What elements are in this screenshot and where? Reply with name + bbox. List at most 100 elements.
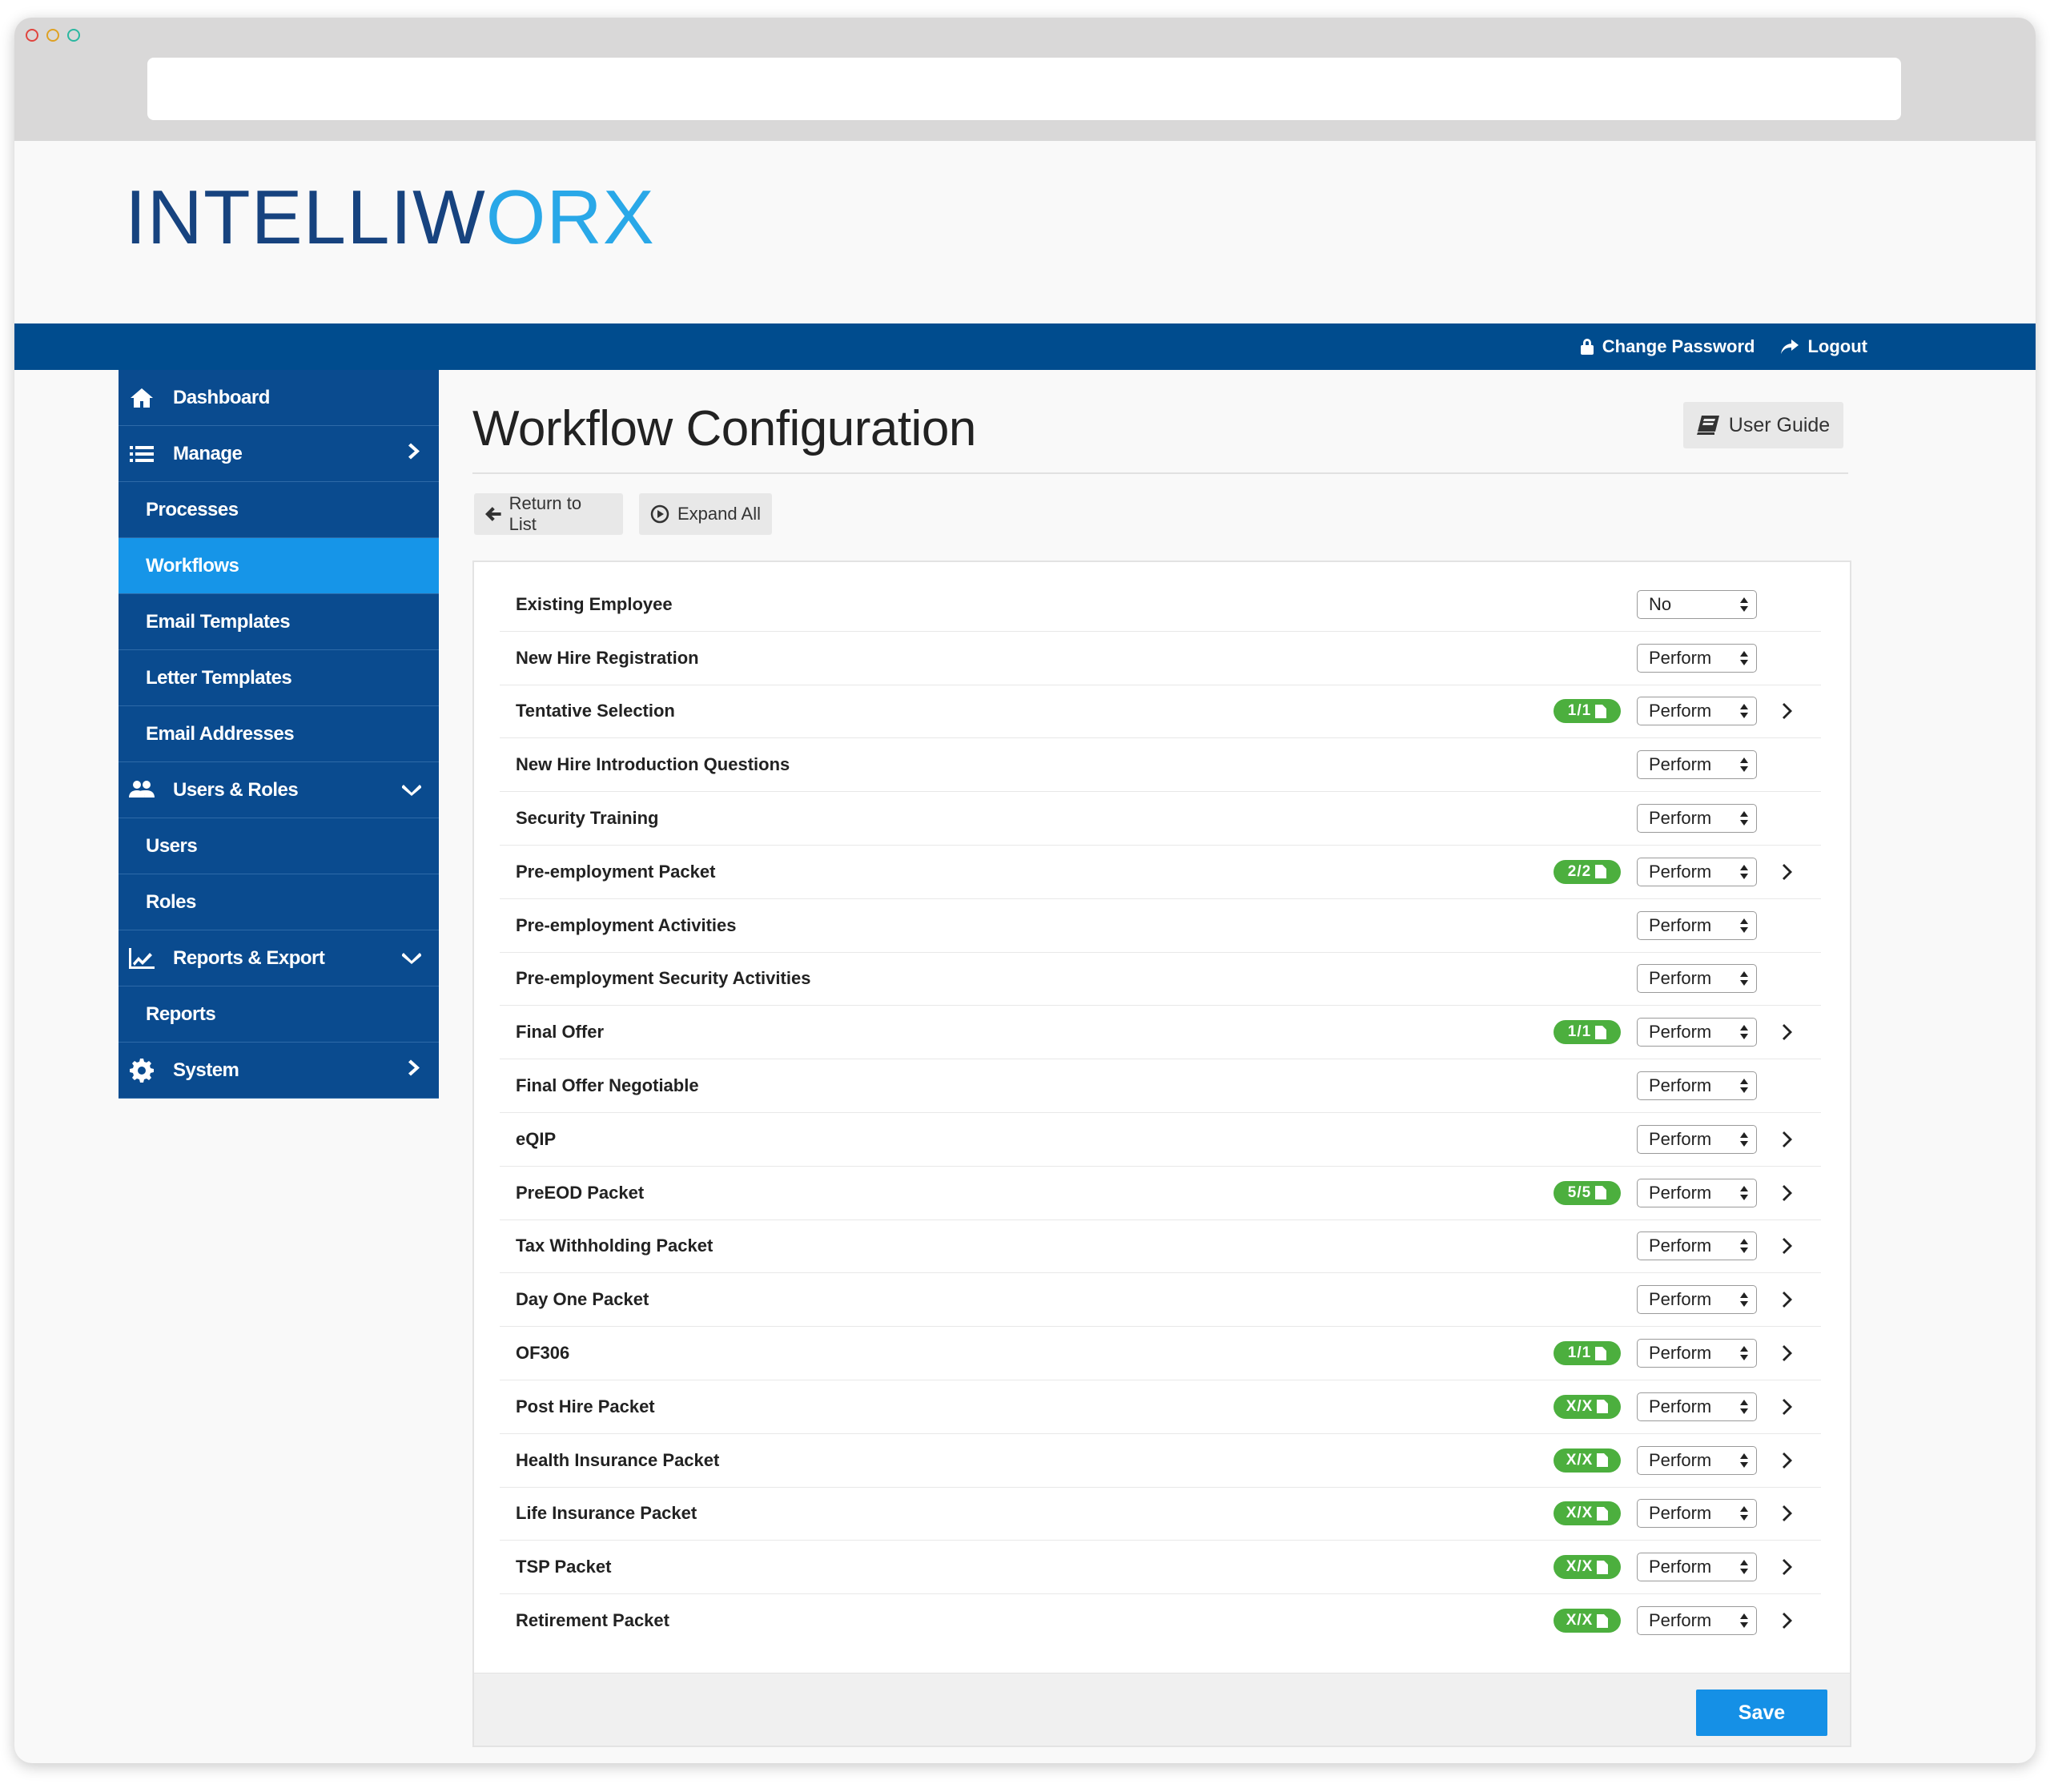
save-button[interactable]: Save [1696,1690,1827,1736]
minimize-window-icon[interactable] [46,29,59,42]
sidebar-item-workflows[interactable]: Workflows [119,538,439,594]
document-count-text: 1/1 [1567,702,1592,720]
expand-all-button[interactable]: Expand All [639,493,772,535]
document-count-text: X/X [1566,1558,1594,1576]
return-to-list-button[interactable]: Return to List [474,493,623,535]
expand-chevron-icon[interactable] [1783,1612,1794,1629]
workflow-step-row: New Hire Registration Perform [500,632,1821,685]
select-arrows-icon [1740,1185,1748,1200]
workflow-step-row: Pre-employment Activities Perform [500,899,1821,953]
document-count-badge: X/X [1554,1394,1621,1419]
expand-chevron-icon[interactable] [1783,1505,1794,1522]
document-count-text: 5/5 [1567,1183,1592,1201]
sidebar-item-dashboard[interactable]: Dashboard [119,370,439,426]
workflow-step-select[interactable]: Perform [1637,1231,1757,1261]
expand-chevron-icon[interactable] [1783,1398,1794,1416]
select-arrows-icon [1740,757,1748,773]
workflow-step-select[interactable]: Perform [1637,1553,1757,1582]
document-count-text: X/X [1566,1397,1594,1415]
select-value: Perform [1649,1182,1712,1203]
workflow-step-label: Tax Withholding Packet [516,1236,713,1256]
workflow-step-select[interactable]: Perform [1637,1071,1757,1101]
sidebar-item-label: Letter Templates [146,666,292,689]
select-arrows-icon [1740,1452,1748,1468]
expand-chevron-icon[interactable] [1783,1344,1794,1362]
page-title: Workflow Configuration [472,401,976,456]
return-to-list-label: Return to List [508,493,582,534]
expand-chevron-icon[interactable] [1783,1023,1794,1041]
expand-chevron-icon[interactable] [1783,863,1794,881]
address-bar[interactable] [147,58,1901,120]
expand-chevron-icon[interactable] [1783,1452,1794,1469]
workflow-step-select[interactable]: Perform [1637,1445,1757,1475]
workflow-step-select[interactable]: Perform [1637,1124,1757,1154]
user-guide-button[interactable]: User Guide [1683,402,1843,448]
file-icon [1597,1613,1609,1628]
logout-link[interactable]: Logout [1780,336,1867,357]
sidebar-item-reports-export[interactable]: Reports & Export [119,930,439,986]
lock-icon [1580,339,1594,355]
workflow-step-label: New Hire Registration [516,647,699,668]
sidebar-item-users[interactable]: Users [119,818,439,874]
expand-chevron-icon[interactable] [1783,702,1794,720]
sidebar-item-email-addresses[interactable]: Email Addresses [119,706,439,762]
workflow-panel: Existing Employee No New Hire Registration… [472,561,1851,1747]
workflow-step-label: Retirement Packet [516,1610,669,1631]
logo-text-part2: O [485,175,547,260]
expand-chevron-icon[interactable] [1783,1237,1794,1255]
workflow-step-select[interactable]: Perform [1637,804,1757,834]
workflow-step-select[interactable]: Perform [1637,964,1757,994]
sidebar-item-letter-templates[interactable]: Letter Templates [119,650,439,706]
workflow-step-select[interactable]: Perform [1637,1339,1757,1368]
expand-chevron-icon[interactable] [1783,1558,1794,1576]
maximize-window-icon[interactable] [67,29,80,42]
sidebar-item-users-roles[interactable]: Users & Roles [119,762,439,818]
sidebar-item-roles[interactable]: Roles [119,874,439,930]
workflow-step-select[interactable]: Perform [1637,1499,1757,1529]
workflow-step-select[interactable]: Perform [1637,910,1757,940]
workflow-step-select[interactable]: Perform [1637,643,1757,673]
document-count-text: 2/2 [1567,862,1592,880]
change-password-label: Change Password [1602,336,1755,356]
workflow-step-select[interactable]: Perform [1637,1392,1757,1421]
change-password-link[interactable]: Change Password [1580,336,1755,357]
sidebar-item-processes[interactable]: Processes [119,482,439,538]
workflow-step-select[interactable]: Perform [1637,750,1757,780]
select-value: Perform [1649,861,1712,882]
workflow-step-select[interactable]: Perform [1637,857,1757,886]
workflow-step-label: Final Offer [516,1022,605,1043]
browser-window: INTELLIWORX Change Password Logout Dashb… [14,18,2036,1763]
sidebar-item-system[interactable]: System [119,1043,439,1099]
select-value: Perform [1649,1610,1712,1631]
sidebar-item-manage[interactable]: Manage [119,426,439,482]
sidebar-item-reports[interactable]: Reports [119,986,439,1043]
expand-chevron-icon[interactable] [1783,1131,1794,1148]
chevron-right-icon [408,1059,420,1075]
workflow-step-select[interactable]: Perform [1637,1018,1757,1047]
expand-chevron-icon[interactable] [1783,1291,1794,1308]
expand-chevron-icon[interactable] [1783,1184,1794,1202]
sidebar-item-label: Processes [146,498,239,520]
select-value: Perform [1649,1557,1712,1577]
workflow-step-label: Life Insurance Packet [516,1503,697,1524]
workflow-step-select[interactable]: Perform [1637,1606,1757,1636]
select-value: Perform [1649,968,1712,989]
workflow-step-select[interactable]: No [1637,589,1757,619]
workflow-step-select[interactable]: Perform [1637,1178,1757,1207]
select-value: Perform [1649,1503,1712,1524]
workflow-step-row: Life Insurance Packet X/X Perform [500,1488,1821,1541]
sidebar-item-label: System [173,1059,239,1081]
sidebar-item-email-templates[interactable]: Email Templates [119,594,439,650]
document-count-badge: 1/1 [1554,1341,1621,1366]
file-icon [1597,1506,1609,1521]
list-icon [130,445,154,462]
select-arrows-icon [1740,1292,1748,1308]
close-window-icon[interactable] [26,29,38,42]
user-guide-label: User Guide [1728,413,1831,436]
workflow-step-label: New Hire Introduction Questions [516,754,790,775]
document-count-text: X/X [1566,1505,1594,1522]
top-nav-bar: Change Password Logout [14,323,2036,370]
workflow-step-select[interactable]: Perform [1637,697,1757,726]
workflow-step-row: PreEOD Packet 5/5 Perform [500,1167,1821,1220]
workflow-step-select[interactable]: Perform [1637,1285,1757,1315]
